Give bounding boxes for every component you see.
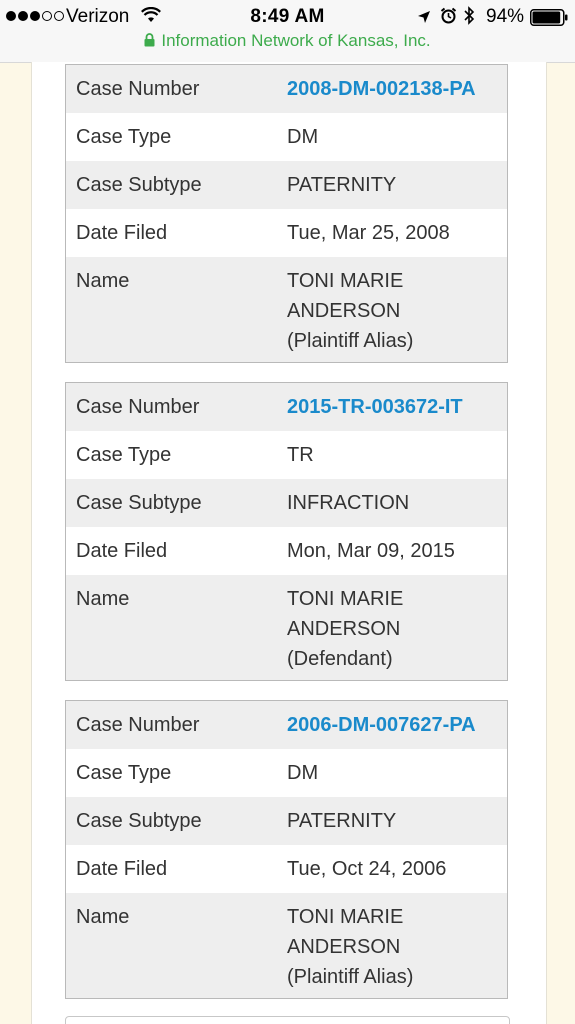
party-role: (Defendant) — [287, 648, 393, 670]
case-record-table: Case Number 2006-DM-007627-PA Case Type … — [65, 700, 508, 999]
case-type-value: DM — [287, 762, 319, 784]
name-label: Name — [76, 906, 130, 928]
party-role: (Plaintiff Alias) — [287, 966, 414, 988]
bluetooth-icon — [463, 6, 475, 31]
lock-icon — [144, 32, 155, 52]
name-label: Name — [76, 270, 130, 292]
alarm-clock-icon — [440, 7, 457, 30]
battery-percentage: 94% — [486, 6, 525, 27]
name-line: ANDERSON — [287, 618, 401, 640]
date-filed-label: Date Filed — [76, 222, 168, 244]
case-subtype-label: Case Subtype — [76, 492, 202, 514]
table-row: Date Filed Mon, Mar 09, 2015 — [65, 527, 508, 575]
battery-icon — [530, 9, 568, 32]
table-row: Name TONI MARIE ANDERSON (Plaintiff Alia… — [65, 257, 508, 363]
table-row: Case Number 2006-DM-007627-PA — [65, 700, 508, 749]
case-type-value: TR — [287, 444, 314, 466]
date-filed-value: Mon, Mar 09, 2015 — [287, 540, 455, 562]
table-row: Date Filed Tue, Mar 25, 2008 — [65, 209, 508, 257]
table-row: Case Type DM — [65, 113, 508, 161]
table-row: Name TONI MARIE ANDERSON (Plaintiff Alia… — [65, 893, 508, 999]
site-label: Information Network of Kansas, Inc. — [161, 31, 431, 50]
location-arrow-icon — [417, 8, 431, 30]
date-filed-value: Tue, Oct 24, 2006 — [287, 858, 447, 880]
table-row: Case Number 2015-TR-003672-IT — [65, 382, 508, 431]
name-value: TONI MARIE ANDERSON (Defendant) — [277, 575, 508, 681]
case-type-label: Case Type — [76, 762, 172, 784]
table-row: Date Filed Tue, Oct 24, 2006 — [65, 845, 508, 893]
case-record-table: Case Number 2015-TR-003672-IT Case Type … — [65, 382, 508, 681]
table-row: Case Type TR — [65, 431, 508, 479]
case-number-link[interactable]: 2015-TR-003672-IT — [287, 396, 463, 418]
case-number-link[interactable]: 2006-DM-007627-PA — [287, 714, 476, 736]
case-subtype-value: PATERNITY — [287, 810, 397, 832]
case-number-label: Case Number — [76, 396, 200, 418]
case-type-label: Case Type — [76, 126, 172, 148]
case-number-label: Case Number — [76, 714, 200, 736]
status-bar: Verizon 8:49 AM 94% Information Network … — [0, 0, 575, 63]
name-value: TONI MARIE ANDERSON (Plaintiff Alias) — [277, 257, 508, 363]
case-type-value: DM — [287, 126, 319, 148]
table-row: Case Number 2008-DM-002138-PA — [65, 64, 508, 113]
table-row: Case Subtype INFRACTION — [65, 479, 508, 527]
next-case-record-table-partial — [65, 1016, 510, 1024]
address-bar[interactable]: Information Network of Kansas, Inc. — [0, 31, 575, 52]
party-role: (Plaintiff Alias) — [287, 330, 414, 352]
case-subtype-value: PATERNITY — [287, 174, 397, 196]
table-row: Name TONI MARIE ANDERSON (Defendant) — [65, 575, 508, 681]
date-filed-value: Tue, Mar 25, 2008 — [287, 222, 450, 244]
table-row: Case Subtype PATERNITY — [65, 797, 508, 845]
case-subtype-value: INFRACTION — [287, 492, 410, 514]
table-row: Case Subtype PATERNITY — [65, 161, 508, 209]
name-line: TONI MARIE — [287, 906, 404, 928]
name-line: TONI MARIE — [287, 270, 404, 292]
case-number-label: Case Number — [76, 78, 200, 100]
case-subtype-label: Case Subtype — [76, 174, 202, 196]
name-line: TONI MARIE — [287, 588, 404, 610]
case-number-link[interactable]: 2008-DM-002138-PA — [287, 78, 476, 100]
date-filed-label: Date Filed — [76, 540, 168, 562]
table-row: Case Type DM — [65, 749, 508, 797]
name-line: ANDERSON — [287, 300, 401, 322]
case-type-label: Case Type — [76, 444, 172, 466]
name-label: Name — [76, 588, 130, 610]
case-record-table: Case Number 2008-DM-002138-PA Case Type … — [65, 64, 508, 363]
name-line: ANDERSON — [287, 936, 401, 958]
name-value: TONI MARIE ANDERSON (Plaintiff Alias) — [277, 893, 508, 999]
date-filed-label: Date Filed — [76, 858, 168, 880]
case-subtype-label: Case Subtype — [76, 810, 202, 832]
